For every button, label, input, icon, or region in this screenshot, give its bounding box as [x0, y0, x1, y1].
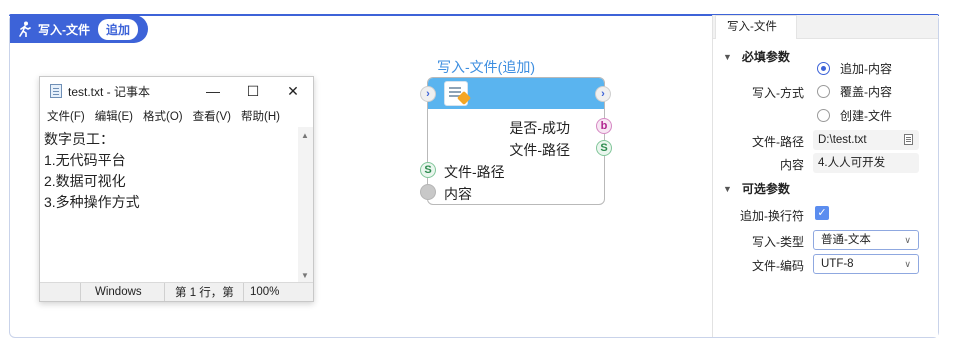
write-type-value: 普通-文本	[821, 234, 871, 246]
status-zoom: 100%	[243, 283, 313, 301]
string-output-port[interactable]: S	[596, 140, 612, 156]
chevron-down-icon: ∨	[904, 259, 911, 269]
node-header[interactable]	[428, 78, 604, 109]
collapse-caret-icon: ▼	[723, 51, 732, 62]
string-input-port[interactable]: S	[420, 162, 436, 178]
mode-badge[interactable]: 追加	[98, 18, 139, 40]
file-browse-icon[interactable]	[904, 134, 913, 145]
vertical-scrollbar[interactable]: ▲ ▼	[298, 127, 313, 284]
notepad-icon	[50, 84, 62, 98]
required-section-header[interactable]: ▼ 必填参数	[723, 48, 790, 65]
file-path-value: D:\test.txt	[818, 134, 867, 146]
write-document-icon	[444, 81, 468, 106]
menu-help[interactable]: 帮助(H)	[241, 108, 280, 124]
optional-section-title: 可选参数	[741, 182, 790, 196]
write-file-node[interactable]: 是否-成功 文件-路径 文件-路径 内容	[427, 77, 605, 205]
flow-in-port-icon[interactable]: ›	[420, 86, 436, 102]
radio-create-label: 创建-文件	[840, 109, 892, 123]
text-line: 2.数据可视化	[44, 173, 126, 189]
file-path-label: 文件-路径	[752, 135, 804, 149]
minimize-button[interactable]: —	[193, 77, 233, 105]
radio-overwrite[interactable]: 覆盖-内容	[817, 83, 892, 100]
optional-section-header[interactable]: ▼ 可选参数	[723, 180, 790, 197]
radio-unselected-icon	[817, 109, 830, 122]
scroll-up-icon[interactable]: ▲	[301, 131, 309, 140]
required-section-title: 必填参数	[741, 50, 790, 64]
status-position: 第 1 行，第	[164, 283, 243, 301]
text-line: 3.多种操作方式	[44, 194, 140, 210]
content-label: 内容	[779, 158, 804, 172]
scroll-down-icon[interactable]: ▼	[301, 271, 309, 280]
menu-view[interactable]: 查看(V)	[193, 108, 231, 124]
flow-out-port-icon[interactable]: ›	[595, 86, 611, 102]
notepad-statusbar: Windows 第 1 行，第 100%	[40, 282, 313, 301]
menu-file[interactable]: 文件(F)	[47, 108, 85, 124]
output-label-success: 是否-成功	[509, 120, 570, 136]
radio-overwrite-label: 覆盖-内容	[840, 85, 892, 99]
radio-append-label: 追加-内容	[840, 62, 892, 76]
panel-tabs: 写入-文件	[713, 15, 938, 39]
write-type-label: 写入-类型	[752, 235, 804, 249]
collapse-caret-icon: ▼	[723, 183, 732, 194]
radio-create[interactable]: 创建-文件	[817, 107, 892, 124]
tab-write-file[interactable]: 写入-文件	[715, 15, 797, 39]
menu-format[interactable]: 格式(O)	[143, 108, 183, 124]
flow-title: 写入-文件	[38, 22, 90, 37]
content-value: 4.人人可开发	[818, 157, 886, 169]
content-field[interactable]: 4.人人可开发	[813, 153, 919, 173]
write-mode-label: 写入-方式	[752, 86, 804, 100]
boolean-output-port[interactable]: b	[596, 118, 612, 134]
radio-selected-icon	[817, 62, 830, 75]
status-encoding: Windows	[80, 283, 164, 301]
chevron-down-icon: ∨	[904, 235, 911, 245]
node-title: 写入-文件(追加)	[437, 59, 535, 75]
radio-unselected-icon	[817, 85, 830, 98]
encoding-label: 文件-编码	[752, 259, 804, 273]
close-button[interactable]: ✕	[273, 77, 313, 105]
notepad-menubar: 文件(F) 编辑(E) 格式(O) 查看(V) 帮助(H)	[40, 105, 313, 127]
write-type-select[interactable]: 普通-文本 ∨	[813, 230, 919, 250]
flow-title-chip[interactable]: 写入-文件 追加	[10, 15, 148, 43]
encoding-value: UTF-8	[821, 258, 854, 270]
notepad-window-title: test.txt - 记事本	[68, 84, 151, 99]
maximize-button[interactable]: ☐	[233, 77, 273, 105]
content-input-port[interactable]	[420, 184, 436, 200]
encoding-select[interactable]: UTF-8 ∨	[813, 254, 919, 274]
input-label-path: 文件-路径	[444, 164, 505, 180]
text-line: 1.无代码平台	[44, 152, 126, 168]
notepad-window: test.txt - 记事本 — ☐ ✕ 文件(F) 编辑(E) 格式(O) 查…	[39, 76, 314, 302]
run-person-icon	[16, 20, 34, 38]
input-label-content: 内容	[444, 186, 472, 202]
properties-panel: 写入-文件 ▼ 必填参数 写入-方式 追加-内容 覆盖-内容 创建-文件 文件-…	[712, 15, 938, 337]
file-path-field[interactable]: D:\test.txt	[813, 130, 919, 150]
output-label-path: 文件-路径	[509, 142, 570, 158]
menu-edit[interactable]: 编辑(E)	[95, 108, 133, 124]
newline-label: 追加-换行符	[740, 209, 804, 223]
notepad-text-area[interactable]: 数字员工： 1.无代码平台 2.数据可视化 3.多种操作方式	[40, 127, 300, 283]
notepad-titlebar[interactable]: test.txt - 记事本 — ☐ ✕	[40, 77, 313, 105]
radio-append[interactable]: 追加-内容	[817, 60, 892, 77]
text-line: 数字员工：	[44, 131, 114, 147]
newline-checkbox[interactable]: ✓	[815, 206, 829, 220]
